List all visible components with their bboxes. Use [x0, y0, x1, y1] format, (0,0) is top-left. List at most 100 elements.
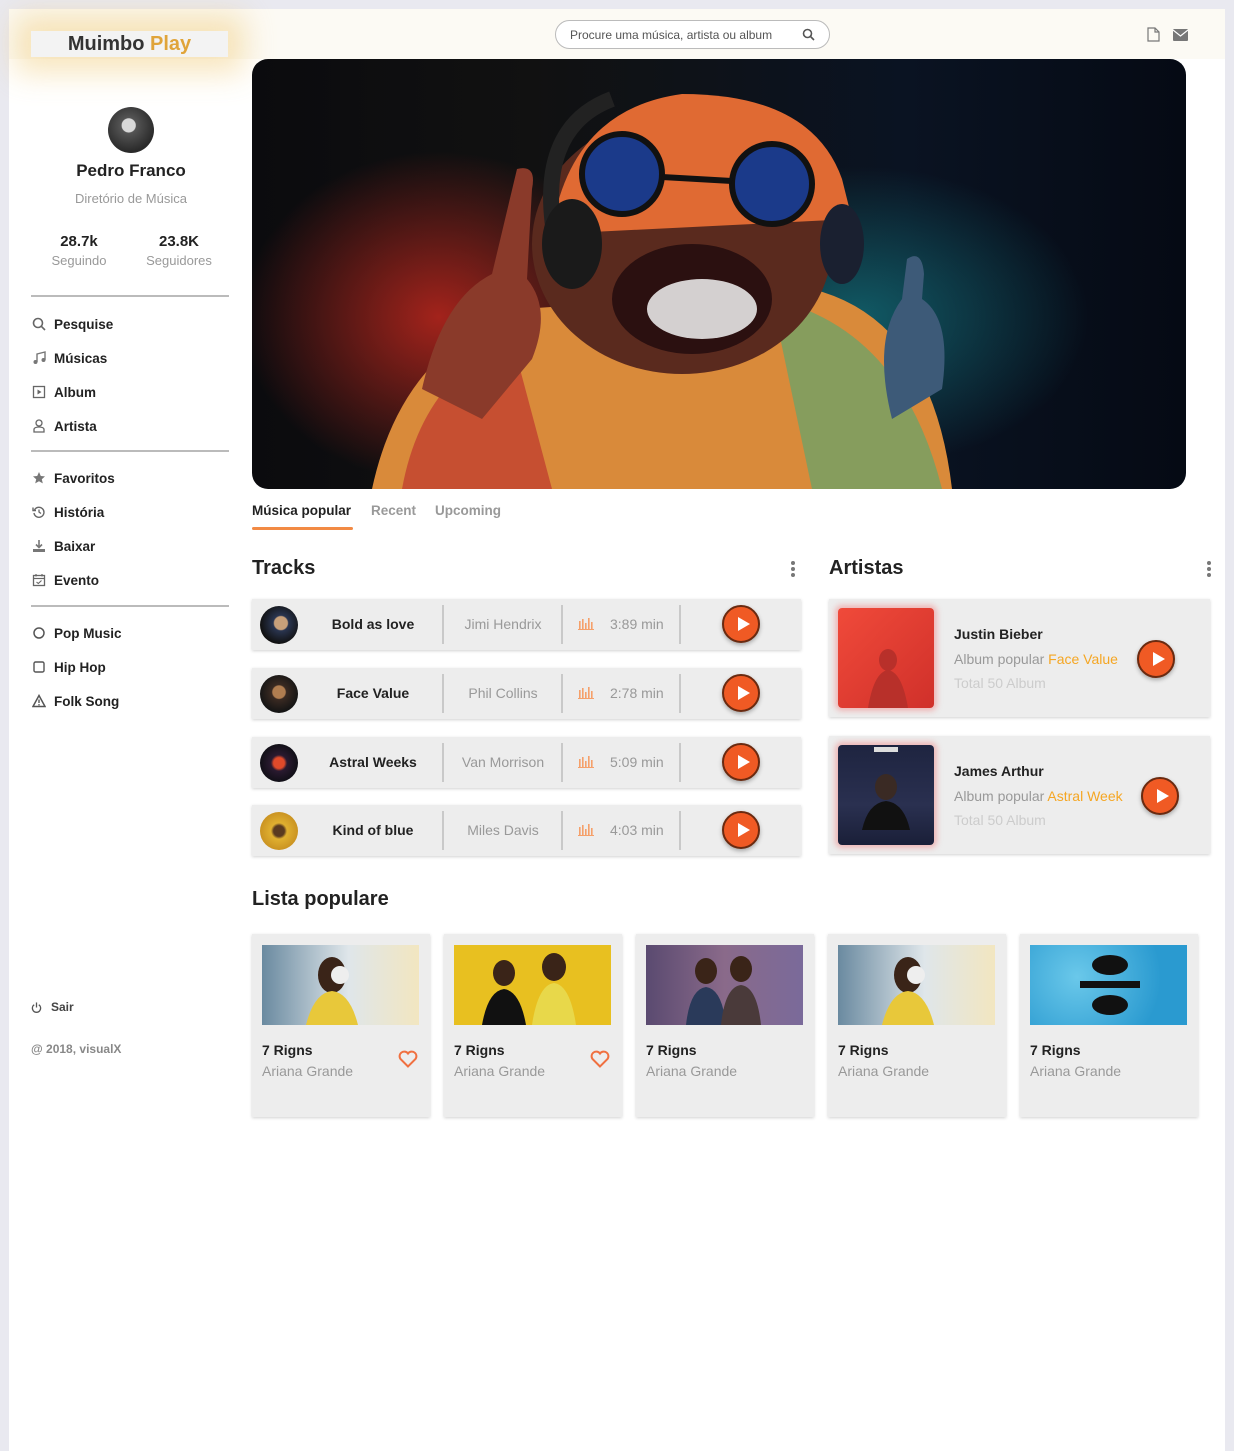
playlist-image — [262, 945, 419, 1025]
download-icon — [31, 538, 47, 554]
playlist-image — [454, 945, 611, 1025]
track-thumbnail — [260, 812, 298, 850]
sidebar-item-evento[interactable]: Evento — [31, 570, 99, 590]
power-icon — [31, 1001, 42, 1013]
triangle-icon — [31, 693, 47, 709]
divider — [561, 605, 563, 644]
artist-name: James Arthur — [954, 763, 1044, 779]
sidebar-item-folk-song[interactable]: Folk Song — [31, 691, 119, 711]
search-icon — [31, 316, 47, 332]
page: Muimbo Play Pedro Franco Diretório de Mú… — [9, 9, 1225, 1451]
track-name: Face Value — [336, 685, 410, 701]
track-duration: 3:89 min — [610, 616, 664, 632]
play-button[interactable] — [722, 674, 760, 712]
sidebar-item-album[interactable]: Album — [31, 382, 96, 402]
artist-total-albums: Total 50 Album — [954, 675, 1046, 691]
play-button[interactable] — [722, 605, 760, 643]
sidebar-item-favoritos[interactable]: Favoritos — [31, 468, 115, 488]
tab-musica-popular[interactable]: Música popular — [252, 503, 351, 518]
playlist-title: 7 Rigns — [454, 1042, 505, 1058]
track-artist: Van Morrison — [461, 754, 545, 770]
sidebar-item-artista[interactable]: Artista — [31, 416, 97, 436]
sidebar-item-musicas[interactable]: Músicas — [31, 348, 107, 368]
equalizer-icon — [578, 823, 594, 841]
track-row[interactable]: Kind of blue Miles Davis 4:03 min — [252, 805, 801, 856]
app-logo[interactable]: Muimbo Play — [31, 31, 228, 57]
document-icon[interactable] — [1147, 27, 1160, 47]
playlist-card[interactable]: 7 Rigns Ariana Grande — [828, 934, 1006, 1117]
sidebar-item-label: Artista — [54, 418, 97, 434]
followers-count: 23.8K — [158, 233, 200, 250]
artist-card[interactable]: James Arthur Album popular Astral Week T… — [829, 736, 1210, 854]
sidebar-item-label: Pesquise — [54, 316, 114, 332]
sidebar-item-historia[interactable]: História — [31, 502, 104, 522]
playlist-card[interactable]: 7 Rigns Ariana Grande — [636, 934, 814, 1117]
heart-icon[interactable] — [590, 1050, 610, 1073]
sidebar-item-hip-hop[interactable]: Hip Hop — [31, 657, 106, 677]
popular-prefix: Album popular — [954, 788, 1045, 804]
play-button[interactable] — [1137, 640, 1175, 678]
star-icon — [31, 470, 47, 486]
playlist-card[interactable]: 7 Rigns Ariana Grande — [444, 934, 622, 1117]
artist-cover — [838, 608, 934, 708]
tab-recent[interactable]: Recent — [371, 503, 416, 518]
play-button[interactable] — [722, 743, 760, 781]
search-box[interactable] — [555, 20, 830, 49]
user-icon — [31, 418, 47, 434]
equalizer-icon — [578, 686, 594, 704]
artists-more-icon[interactable] — [1207, 561, 1211, 579]
artists-title: Artistas — [829, 557, 904, 579]
sidebar-item-pop-music[interactable]: Pop Music — [31, 623, 122, 643]
sidebar-item-label: Pop Music — [54, 625, 122, 641]
sidebar-item-pesquise[interactable]: Pesquise — [31, 314, 113, 334]
following-label: Seguindo — [51, 253, 107, 268]
playlist-title: 7 Rigns — [646, 1042, 697, 1058]
heart-icon[interactable] — [398, 1050, 418, 1073]
sidebar-item-label: Hip Hop — [54, 659, 106, 675]
track-artist: Miles Davis — [467, 822, 539, 838]
logo-text-primary: Muimbo — [67, 33, 145, 55]
equalizer-icon — [578, 755, 594, 773]
playlist-card[interactable]: 7 Rigns Ariana Grande — [1020, 934, 1198, 1117]
track-thumbnail — [260, 606, 298, 644]
avatar[interactable] — [108, 107, 154, 153]
play-button[interactable] — [1141, 777, 1179, 815]
artist-name: Justin Bieber — [954, 626, 1043, 642]
followers-label: Seguidores — [146, 253, 212, 268]
tracks-more-icon[interactable] — [791, 561, 795, 579]
artist-card[interactable]: Justin Bieber Album popular Face Value T… — [829, 599, 1210, 717]
following-stat: 28.7k Seguindo — [29, 233, 129, 268]
popular-album-link[interactable]: Face Value — [1048, 651, 1118, 667]
divider — [679, 605, 681, 644]
hero-banner[interactable] — [252, 59, 1186, 489]
mail-icon[interactable] — [1172, 28, 1189, 46]
search-icon[interactable] — [802, 28, 815, 46]
popular-album-link[interactable]: Astral Week — [1047, 788, 1122, 804]
music-note-icon — [31, 350, 47, 366]
track-name: Kind of blue — [332, 822, 414, 838]
following-count: 28.7k — [60, 233, 98, 250]
playlist-title: 7 Rigns — [262, 1042, 313, 1058]
playlist-artist: Ariana Grande — [454, 1063, 546, 1079]
logout-button[interactable]: Sair — [31, 1000, 74, 1014]
search-input[interactable] — [570, 28, 790, 42]
track-row[interactable]: Astral Weeks Van Morrison 5:09 min — [252, 737, 801, 788]
sidebar-item-label: Evento — [54, 572, 100, 588]
album-icon — [31, 384, 47, 400]
track-row[interactable]: Face Value Phil Collins 2:78 min — [252, 668, 801, 719]
track-name: Bold as love — [331, 616, 415, 632]
tab-upcoming[interactable]: Upcoming — [435, 503, 501, 518]
copyright: @ 2018, visualX — [31, 1042, 122, 1056]
equalizer-icon — [578, 617, 594, 635]
playlist-artist: Ariana Grande — [838, 1063, 930, 1079]
popular-prefix: Album popular — [954, 651, 1045, 667]
track-name: Astral Weeks — [329, 754, 417, 770]
playlist-card[interactable]: 7 Rigns Ariana Grande — [252, 934, 430, 1117]
logo-text-accent: Play — [150, 33, 192, 55]
sidebar-divider — [31, 605, 229, 607]
track-row[interactable]: Bold as love Jimi Hendrix 3:89 min — [252, 599, 801, 650]
artist-total-albums: Total 50 Album — [954, 812, 1046, 828]
play-button[interactable] — [722, 811, 760, 849]
playlist-image — [646, 945, 803, 1025]
sidebar-item-baixar[interactable]: Baixar — [31, 536, 95, 556]
